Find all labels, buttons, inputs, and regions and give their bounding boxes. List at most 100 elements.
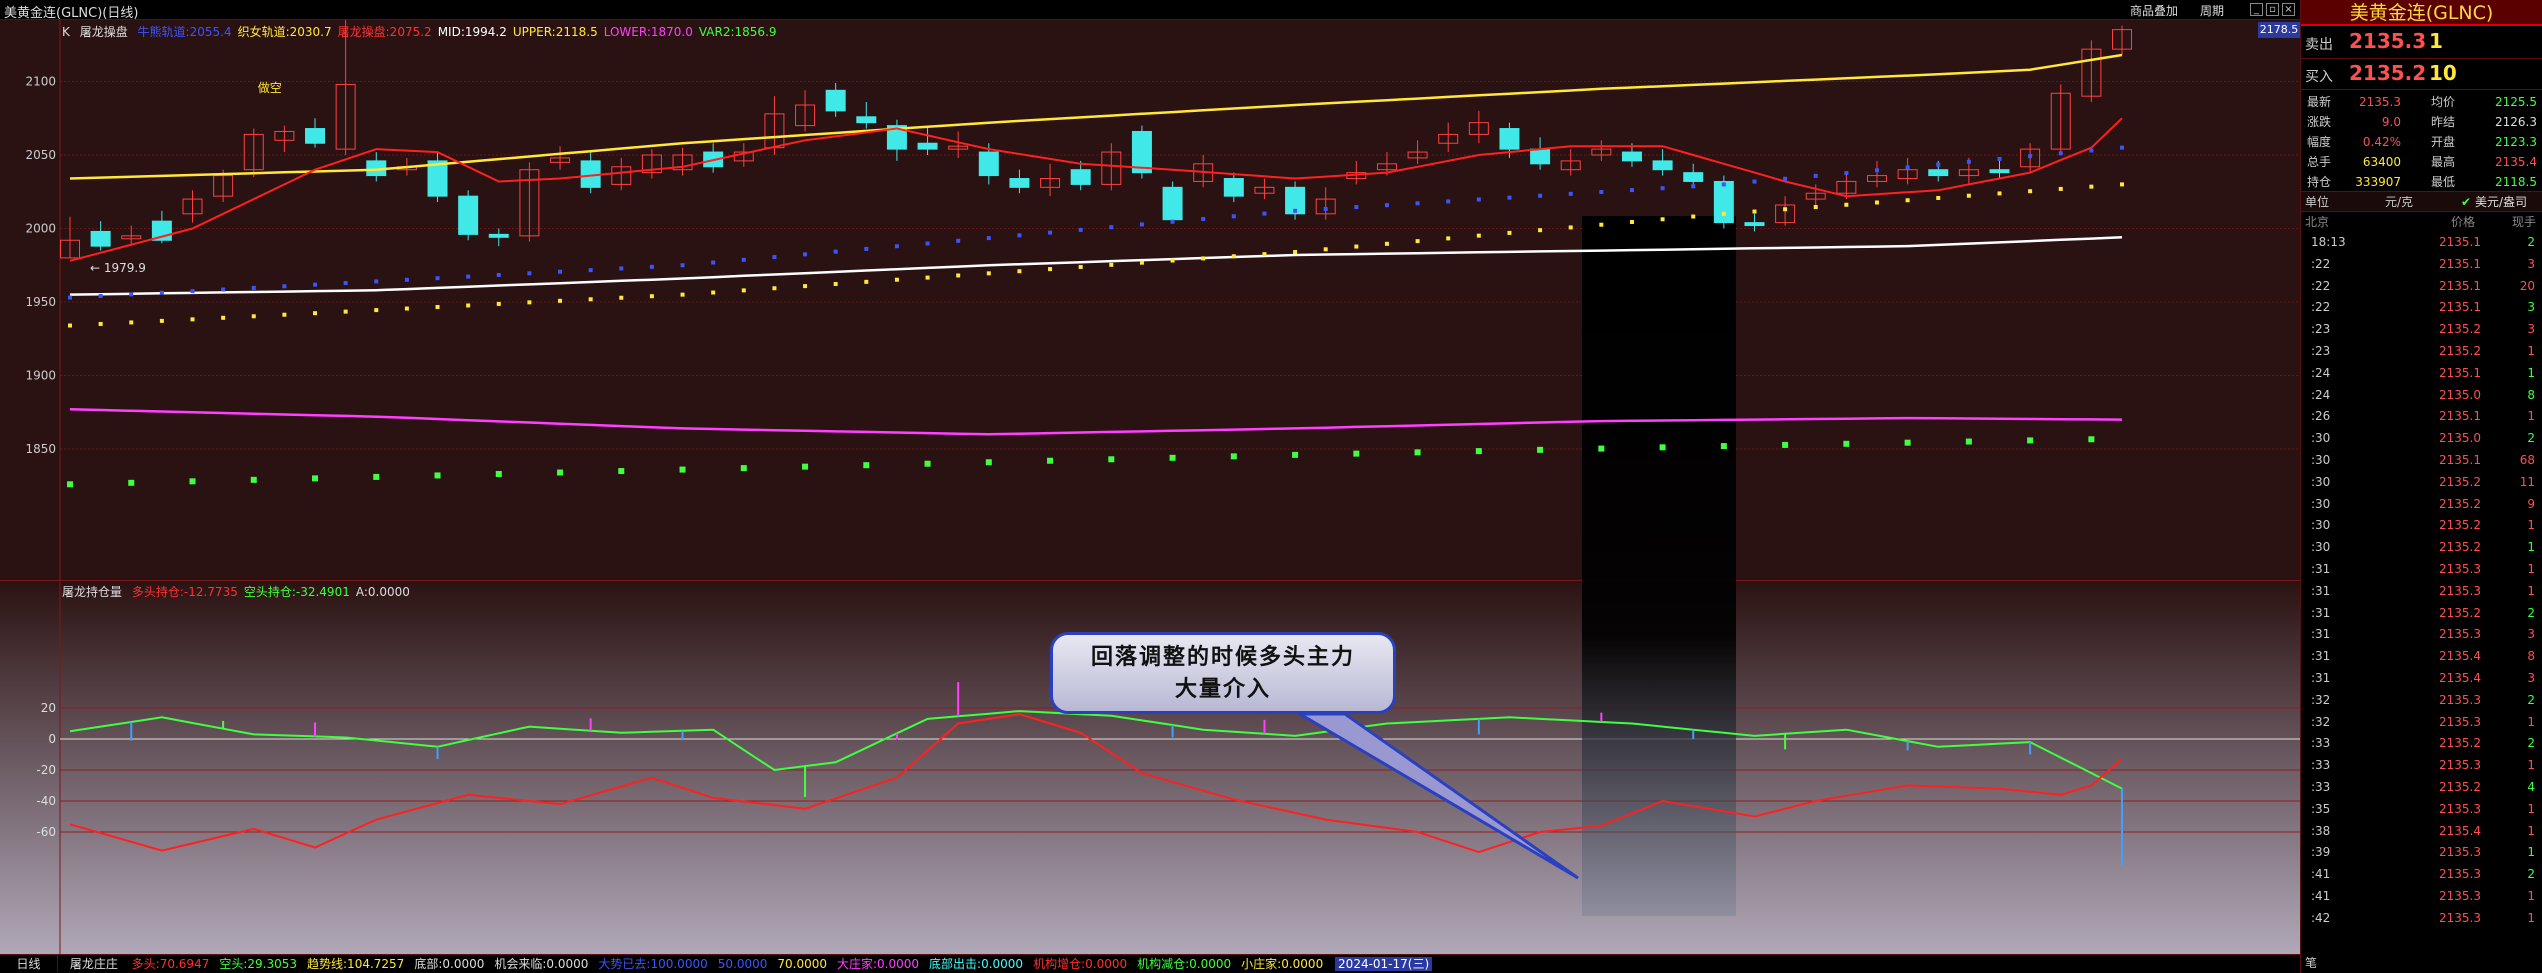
bottom-legend-item-12: 小庄家:0.0000 <box>1241 957 1324 971</box>
main-indicator-name: 屠龙操盘 <box>79 25 128 39</box>
candle-down <box>825 89 846 112</box>
trend-dot <box>68 295 72 300</box>
trend-dot <box>128 479 135 486</box>
tick-volume: 2 <box>2527 736 2535 751</box>
restore-icon[interactable]: ▫ <box>2266 3 2279 16</box>
close-icon[interactable]: × <box>2282 3 2295 16</box>
trend-dot <box>619 266 624 271</box>
period-button[interactable]: 周期 <box>2200 2 2224 19</box>
trend-dot <box>1139 222 1144 227</box>
minimize-icon[interactable]: _ <box>2250 3 2263 16</box>
tick-volume: 8 <box>2527 649 2535 664</box>
tick-price: 2135.3 <box>2439 845 2481 860</box>
tick-row: 18:13 2135.1 2 <box>2301 232 2541 254</box>
tick-time: :22 <box>2311 256 2331 271</box>
trend-dot <box>833 249 838 254</box>
period-tab-daily[interactable]: 日线 <box>0 955 58 972</box>
tick-price: 2135.2 <box>2439 344 2481 358</box>
tick-row: :22 2135.1 20 <box>2301 276 2541 298</box>
tick-volume: 3 <box>2527 256 2535 271</box>
candle-down <box>1989 169 2010 174</box>
tick-price: 2135.3 <box>2439 583 2481 598</box>
trend-dot <box>496 301 501 306</box>
quote-value: 333907 <box>2355 175 2401 189</box>
tick-volume: 3 <box>2527 627 2535 642</box>
trend-dot <box>1353 450 1360 457</box>
trend-dot <box>190 289 195 294</box>
sub-indicator-name: 屠龙持仓量 <box>62 585 123 599</box>
trend-dot <box>679 466 686 473</box>
y-tick-label: 2100 <box>25 75 56 89</box>
tick-row: :31 2135.3 1 <box>2301 581 2541 603</box>
overlay-button[interactable]: 商品叠加 <box>2130 2 2178 19</box>
trend-dot <box>863 462 870 469</box>
candle-down <box>90 230 111 247</box>
trend-dot <box>129 320 134 325</box>
trend-dot <box>2120 182 2124 187</box>
quote-label: 开盘 <box>2431 135 2456 149</box>
tick-volume: 3 <box>2527 671 2535 685</box>
quote-value: 2123.3 <box>2495 135 2537 149</box>
tick-time: :31 <box>2311 627 2331 642</box>
chart-area[interactable]: 2150210020502000195019001850200-20-40-60… <box>0 20 2300 954</box>
trend-dot <box>1230 453 1237 460</box>
trend-dot <box>251 314 256 319</box>
tick-price: 2135.2 <box>2439 496 2481 511</box>
trend-dot <box>619 295 624 300</box>
trend-dot <box>129 292 134 297</box>
tick-volume: 1 <box>2527 409 2535 424</box>
trend-dot <box>527 271 532 276</box>
tick-volume: 3 <box>2527 322 2535 337</box>
tick-time: :42 <box>2311 910 2331 925</box>
quote-value: 2118.5 <box>2495 175 2537 189</box>
tick-price: 2135.1 <box>2439 278 2481 293</box>
main-legend-item-6: VAR2:1856.9 <box>698 25 777 39</box>
trend-dot <box>1721 211 1726 216</box>
bottom-legend-item-0: 多头:70.6947 <box>131 957 210 971</box>
trend-dot <box>1691 184 1696 189</box>
trend-dot <box>803 252 808 257</box>
window-title-bar: 美黄金连(GLNC)(日线) 商品叠加 周期 _ ▫ × <box>0 0 2300 21</box>
trend-dot <box>1966 159 1971 164</box>
tick-row: :30 2135.2 9 <box>2301 494 2541 516</box>
tick-price: 2135.0 <box>2439 431 2481 446</box>
trend-dot <box>313 311 318 316</box>
unit-value[interactable]: 元/克 <box>2385 192 2413 212</box>
tick-row: :30 2135.2 11 <box>2301 472 2541 494</box>
y-tick-label: 2050 <box>25 148 56 162</box>
quote-stats: 最新 2135.3 均价 2125.5 涨跌 9.0 昨结 2126.3 幅度 0.42% 开盘 21… <box>2301 90 2542 192</box>
bottom-indicator-name: 屠龙庄庄 <box>69 957 118 971</box>
y-tick-label: 1900 <box>25 369 56 383</box>
bottom-legend-item-7: 70.0000 <box>777 957 827 971</box>
tick-price: 2135.3 <box>2439 758 2481 773</box>
price-chart[interactable]: 2150210020502000195019001850200-20-40-60… <box>0 20 2300 954</box>
tick-row: :22 2135.1 3 <box>2301 297 2541 319</box>
unit-alt[interactable]: 美元/盎司 <box>2475 192 2527 212</box>
trend-dot <box>864 279 869 284</box>
tick-row: :30 2135.0 2 <box>2301 428 2541 450</box>
trend-dot <box>1538 228 1543 233</box>
tick-time: :41 <box>2311 867 2331 882</box>
tick-price: 2135.3 <box>2439 627 2481 642</box>
tick-list[interactable]: 18:13 2135.1 2:22 2135.1 3:22 2135.1 20:22 2135… <box>2301 232 2542 932</box>
candle-down <box>1928 169 1949 177</box>
tick-price: 2135.4 <box>2439 671 2481 685</box>
tick-row: :32 2135.3 1 <box>2301 712 2541 734</box>
trend-dot <box>1292 451 1299 458</box>
bottom-legend-item-3: 底部:0.0000 <box>414 957 485 971</box>
tick-volume: 9 <box>2527 496 2535 511</box>
quote-row: 涨跌 9.0 昨结 2126.3 <box>2301 111 2542 133</box>
trend-dot <box>1660 186 1665 191</box>
tick-time: :26 <box>2311 409 2331 424</box>
sub-indicator-legend: 屠龙持仓量 多头持仓:-12.7735 空头持仓:-32.4901 A:0.0000 <box>62 583 410 600</box>
trend-dot <box>159 290 164 295</box>
tick-time: :32 <box>2311 714 2331 729</box>
sub-legend-item-0: 多头持仓:-12.7735 <box>131 585 238 599</box>
main-indicator-legend: K 屠龙操盘 牛熊轨道:2055.4 织女轨道:2030.7 屠龙操盘:2075.2… <box>62 23 777 40</box>
trend-dot <box>1415 201 1420 206</box>
trend-dot <box>98 321 103 326</box>
trend-dot <box>343 281 348 286</box>
bottom-legend-item-5: 大势已去:100.0000 <box>598 957 708 971</box>
tick-volume: 1 <box>2527 562 2535 576</box>
tick-row: :23 2135.2 3 <box>2301 319 2541 341</box>
